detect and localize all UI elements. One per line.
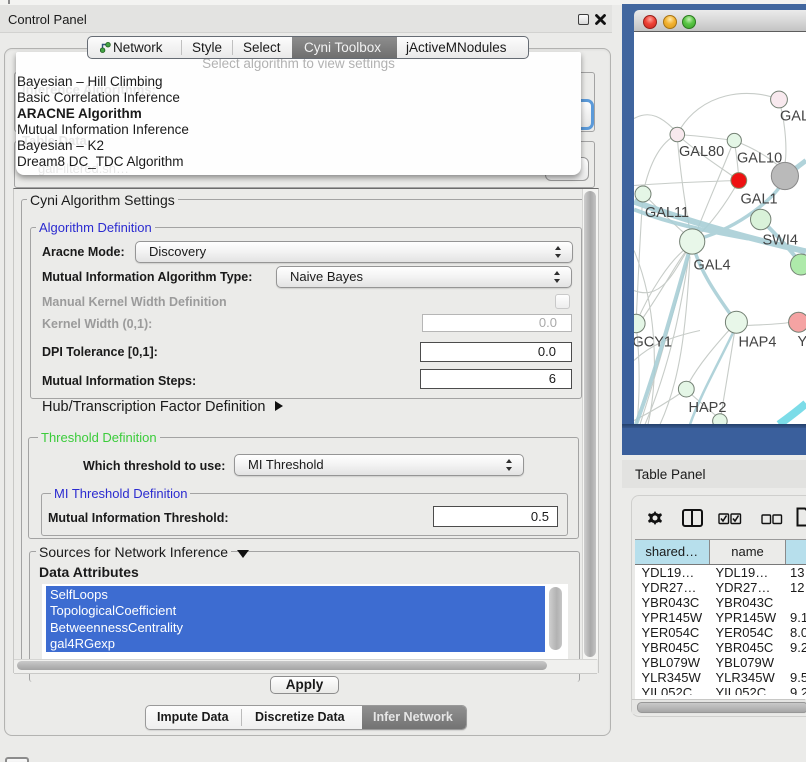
- svg-text:GCY1: GCY1: [634, 334, 672, 350]
- svg-text:GAL4: GAL4: [694, 257, 731, 273]
- svg-text:Y: Y: [798, 334, 806, 350]
- svg-text:GAL11: GAL11: [645, 205, 689, 221]
- svg-text:HAP2: HAP2: [689, 400, 727, 416]
- svg-text:GAL10: GAL10: [737, 150, 782, 166]
- svg-text:HAP4: HAP4: [739, 334, 777, 350]
- svg-text:GAL5: GAL5: [780, 108, 806, 124]
- svg-text:GAL1: GAL1: [741, 191, 778, 207]
- svg-text:SWI4: SWI4: [763, 232, 798, 248]
- svg-text:GAL80: GAL80: [679, 144, 724, 160]
